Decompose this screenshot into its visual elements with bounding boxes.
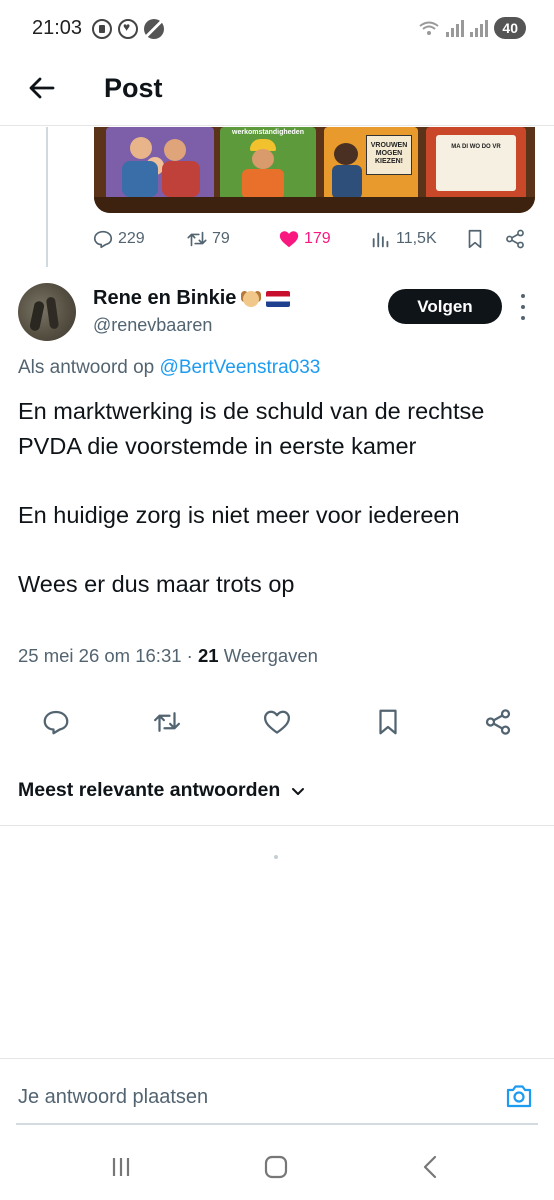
bookmark-icon[interactable] xyxy=(373,707,403,737)
share-icon xyxy=(506,229,524,249)
share-icon[interactable] xyxy=(483,707,513,737)
status-notification-icons xyxy=(92,19,164,39)
follow-button[interactable]: Volgen xyxy=(388,289,502,324)
post-image[interactable]: werkomstandigheden VROUWEN MOGEN KIEZEN!… xyxy=(94,127,535,213)
notification-heart-icon xyxy=(118,19,138,39)
reply-to-link[interactable]: @BertVeenstra033 xyxy=(160,357,321,378)
repost-count: 79 xyxy=(212,230,230,247)
views-number: 21 xyxy=(197,645,219,666)
tweet-text: En marktwerking is de schuld van de rech… xyxy=(18,394,528,601)
repost-icon xyxy=(187,231,207,247)
reply-input[interactable]: Je antwoord plaatsen xyxy=(18,1086,208,1109)
status-system-icons: 40 xyxy=(418,17,526,39)
home-icon[interactable] xyxy=(261,1154,291,1180)
sort-label: Meest relevante antwoorden xyxy=(18,779,281,801)
heart-icon xyxy=(279,231,299,248)
image-text-calendar: MA DI WO DO VR xyxy=(451,144,501,150)
views-icon xyxy=(372,232,389,248)
camera-icon[interactable] xyxy=(504,1081,534,1111)
image-family-block xyxy=(106,127,214,201)
reply-icon[interactable] xyxy=(41,707,71,737)
signal-2-icon xyxy=(470,19,489,37)
recent-apps-icon[interactable] xyxy=(106,1154,136,1180)
page-title: Post xyxy=(104,73,163,103)
notification-slash-icon xyxy=(144,19,164,39)
image-worker-block: werkomstandigheden xyxy=(220,127,316,201)
tweet-actions xyxy=(0,707,554,739)
tweet-meta: 25 mei 26 om 16:31 · 21 Weergaven xyxy=(18,645,318,667)
previous-post-actions: 229 79 179 11,5K xyxy=(92,228,532,254)
avatar[interactable] xyxy=(18,283,76,341)
thread-line xyxy=(46,127,48,267)
image-woman-block: VROUWEN MOGEN KIEZEN! xyxy=(324,127,418,201)
tweet-paragraph: Wees er dus maar trots op xyxy=(18,570,295,597)
tweet-paragraph: En marktwerking is de schuld van de rech… xyxy=(18,398,485,459)
more-icon[interactable] xyxy=(518,294,528,320)
back-arrow-icon[interactable] xyxy=(26,72,58,104)
dog-emoji-icon xyxy=(240,289,262,309)
dutch-flag-icon xyxy=(266,290,291,307)
reply-prefix: Als antwoord op xyxy=(18,357,155,378)
user-handle[interactable]: @renevbaaren xyxy=(93,315,212,336)
sort-replies-dropdown[interactable]: Meest relevante antwoorden xyxy=(18,779,306,802)
views-count: 11,5K xyxy=(396,230,437,247)
views-action[interactable]: 11,5K xyxy=(370,228,437,250)
bookmark-action[interactable] xyxy=(464,228,486,250)
like-count: 179 xyxy=(304,230,331,247)
tweet-paragraph: En huidige zorg is niet meer voor iedere… xyxy=(18,501,460,528)
image-calendar-block: MA DI WO DO VR xyxy=(426,127,526,201)
status-bar: 21:03 40 xyxy=(0,0,554,58)
display-name[interactable]: Rene en Binkie xyxy=(93,287,291,310)
wifi-icon xyxy=(419,21,440,35)
status-time: 21:03 xyxy=(32,17,83,39)
image-text-werkomstandigheden: werkomstandigheden xyxy=(232,129,304,136)
battery-indicator: 40 xyxy=(494,17,526,39)
bookmark-icon xyxy=(468,229,482,249)
notification-app-icon xyxy=(92,19,112,39)
reply-icon xyxy=(93,230,113,249)
top-bar: Post xyxy=(0,58,554,126)
reply-context: Als antwoord op @BertVeenstra033 xyxy=(18,357,320,379)
repost-action[interactable]: 79 xyxy=(186,228,230,250)
timestamp[interactable]: 25 mei 26 om 16:31 xyxy=(18,645,182,666)
image-text-vrouwen: VROUWEN MOGEN KIEZEN! xyxy=(366,135,412,175)
display-name-text: Rene en Binkie xyxy=(93,287,237,309)
chevron-down-icon xyxy=(292,787,305,795)
heart-icon[interactable] xyxy=(262,707,292,737)
repost-icon[interactable] xyxy=(152,707,182,737)
reply-composer: Je antwoord plaatsen xyxy=(0,1058,554,1126)
share-action[interactable] xyxy=(504,228,526,250)
like-action[interactable]: 179 xyxy=(278,228,331,250)
input-underline xyxy=(16,1123,538,1125)
views-label: Weergaven xyxy=(223,645,318,666)
divider xyxy=(0,825,554,826)
back-nav-icon[interactable] xyxy=(416,1154,446,1180)
reply-action[interactable]: 229 xyxy=(92,228,145,250)
system-nav-bar xyxy=(0,1130,554,1200)
signal-1-icon xyxy=(446,19,465,37)
meta-separator: · xyxy=(186,645,193,666)
loading-indicator xyxy=(274,855,278,859)
reply-count: 229 xyxy=(118,230,145,247)
